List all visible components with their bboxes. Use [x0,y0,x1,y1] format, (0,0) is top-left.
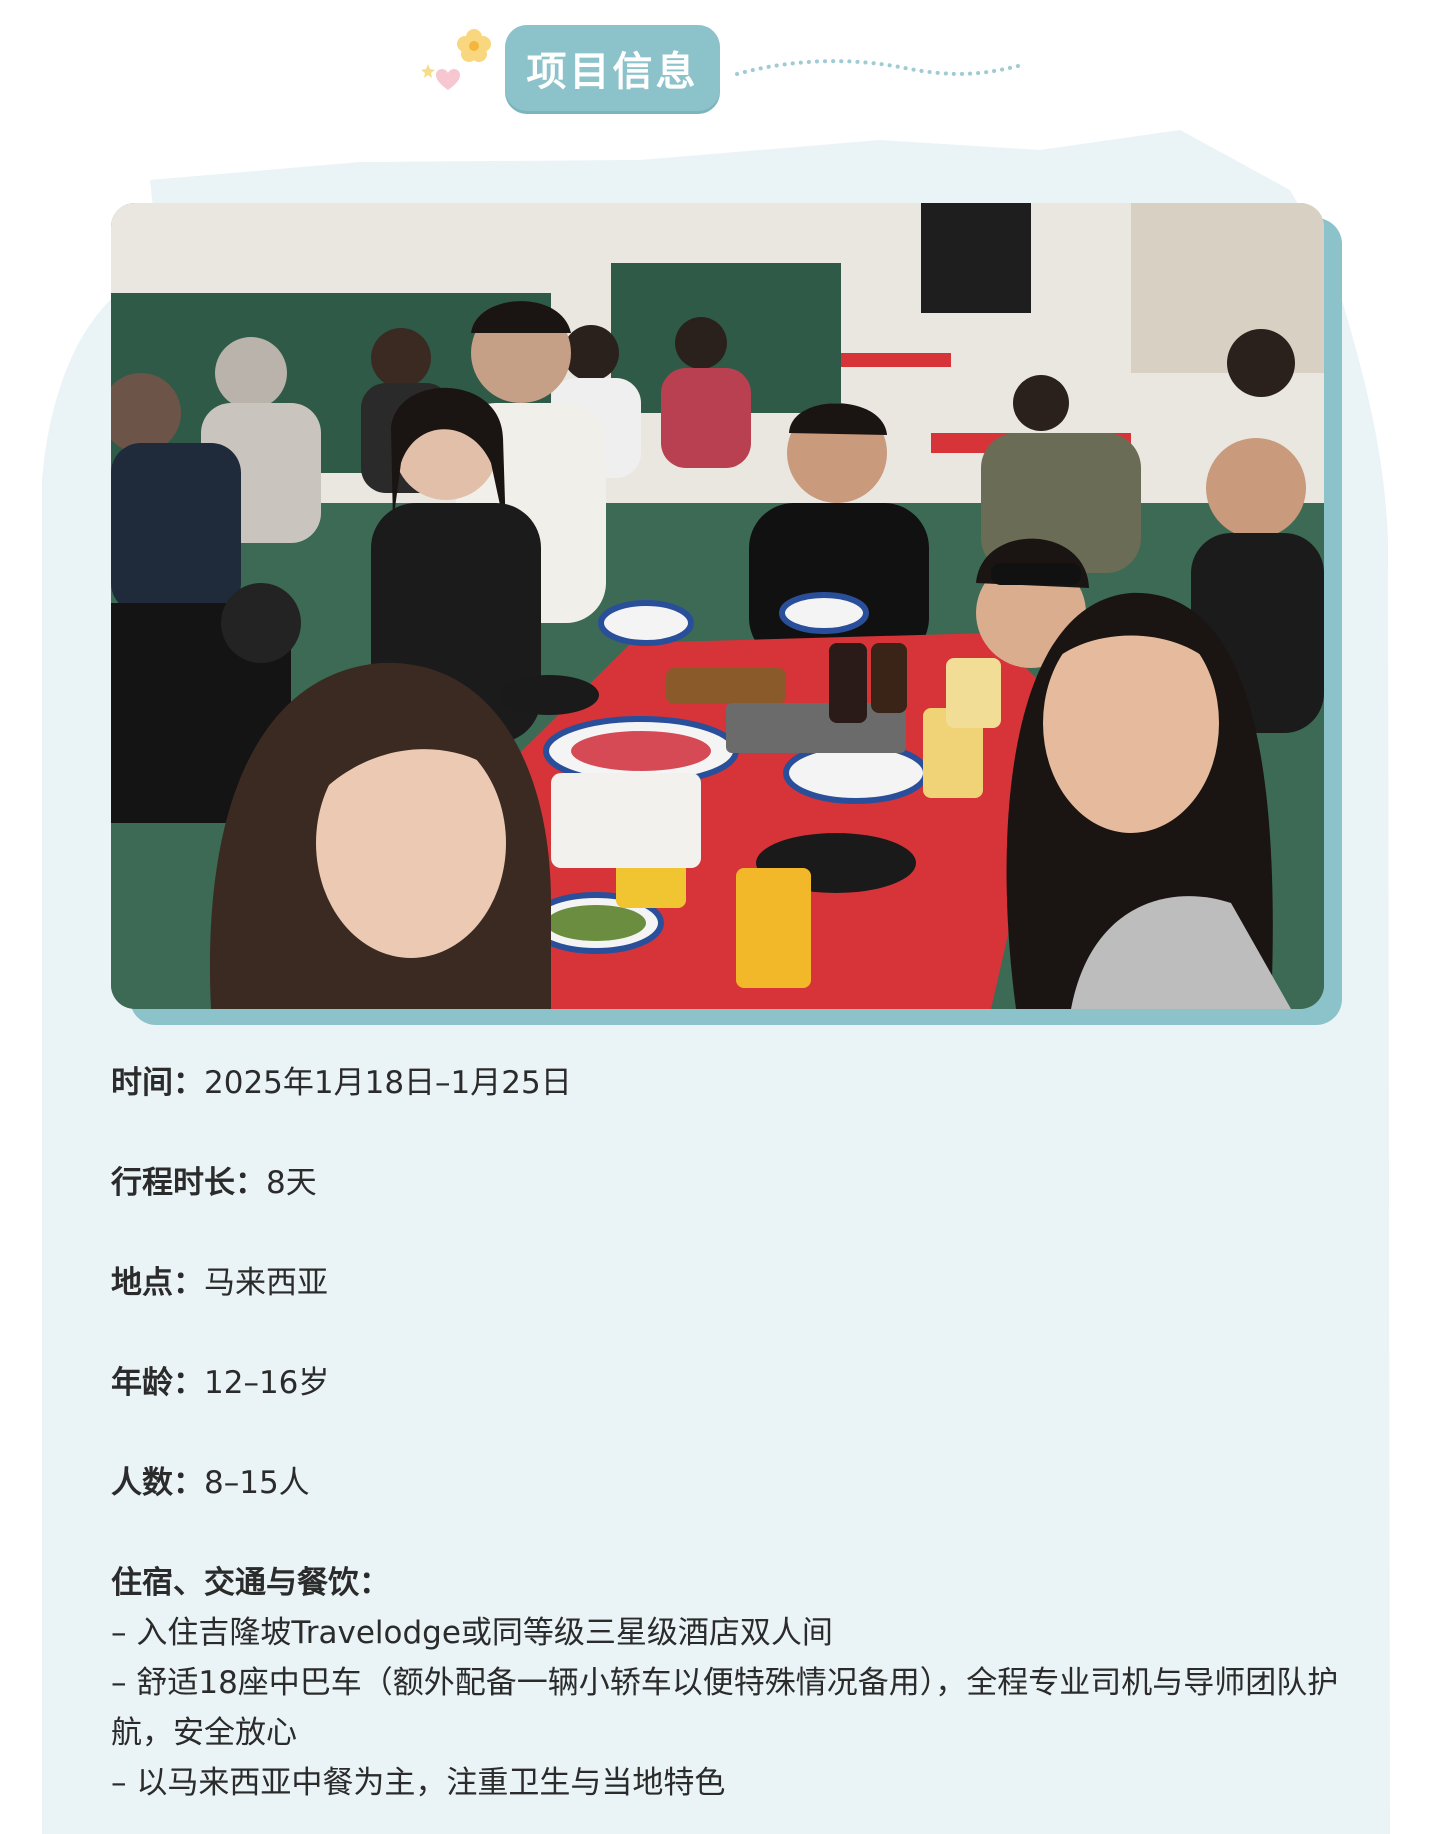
stay-label: 住宿、交通与餐饮： [111,1565,390,1601]
info-label: 地点： [111,1265,204,1301]
flower-heart-decoration-icon [421,29,491,90]
info-value: 2025年1月18日–1月25日 [204,1065,572,1101]
info-label: 行程时长： [111,1165,266,1201]
info-label: 年龄： [111,1365,204,1401]
info-value: 马来西亚 [204,1265,328,1301]
info-row-location: 地点：马来西亚 [111,1258,1341,1308]
group-photo-icon [111,203,1324,1009]
info-value: 8天 [266,1165,317,1201]
stay-line-meals: – 以马来西亚中餐为主，注重卫生与当地特色 [111,1765,726,1801]
dotted-line-decoration [735,59,1020,76]
group-photo [111,203,1324,1009]
info-row-time: 时间：2025年1月18日–1月25日 [111,1058,1341,1108]
info-label: 时间： [111,1065,204,1101]
section-title: 项目信息 [505,25,720,111]
info-value: 8–15人 [204,1465,310,1501]
stay-transport-meals: 住宿、交通与餐饮： – 入住吉隆坡Travelodge或同等级三星级酒店双人间 … [111,1558,1341,1808]
info-row-group-size: 人数：8–15人 [111,1458,1341,1508]
info-row-duration: 行程时长：8天 [111,1158,1341,1208]
stay-line-hotel: – 入住吉隆坡Travelodge或同等级三星级酒店双人间 [111,1615,833,1651]
section-header: 项目信息 [0,0,1434,130]
info-row-age: 年龄：12–16岁 [111,1358,1341,1408]
info-value: 12–16岁 [204,1365,330,1401]
info-label: 人数： [111,1465,204,1501]
stay-line-transport: – 舒适18座中巴车（额外配备一辆小轿车以便特殊情况备用），全程专业司机与导师团… [111,1665,1339,1751]
